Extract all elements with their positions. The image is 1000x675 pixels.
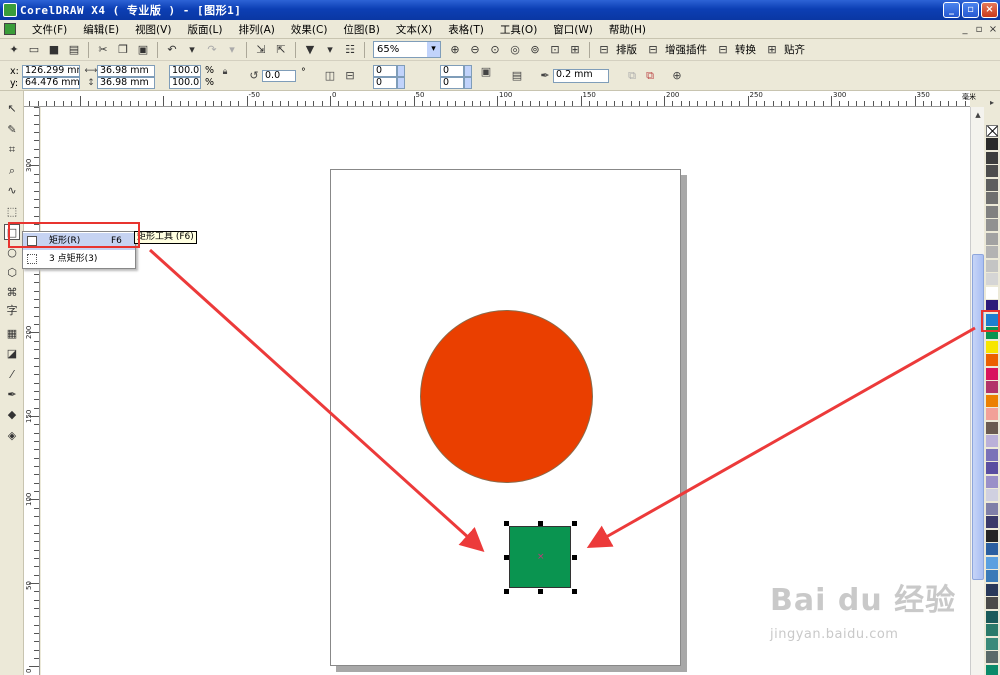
- arrow-to-rectangle-left: [148, 248, 485, 553]
- watermark-url: jingyan.baidu.com: [770, 627, 899, 642]
- annotation-arrows: [148, 248, 976, 553]
- baidu-watermark: Bai du 经验 jingyan.baidu.com: [770, 575, 957, 642]
- watermark-brand: Bai du 经验: [770, 583, 957, 618]
- arrow-to-rectangle-right: [586, 326, 976, 548]
- coreldraw-window: CorelDRAW X4 ( 专业版 ) - [图形1] _ ▫ × 文件(F)…: [0, 0, 1000, 675]
